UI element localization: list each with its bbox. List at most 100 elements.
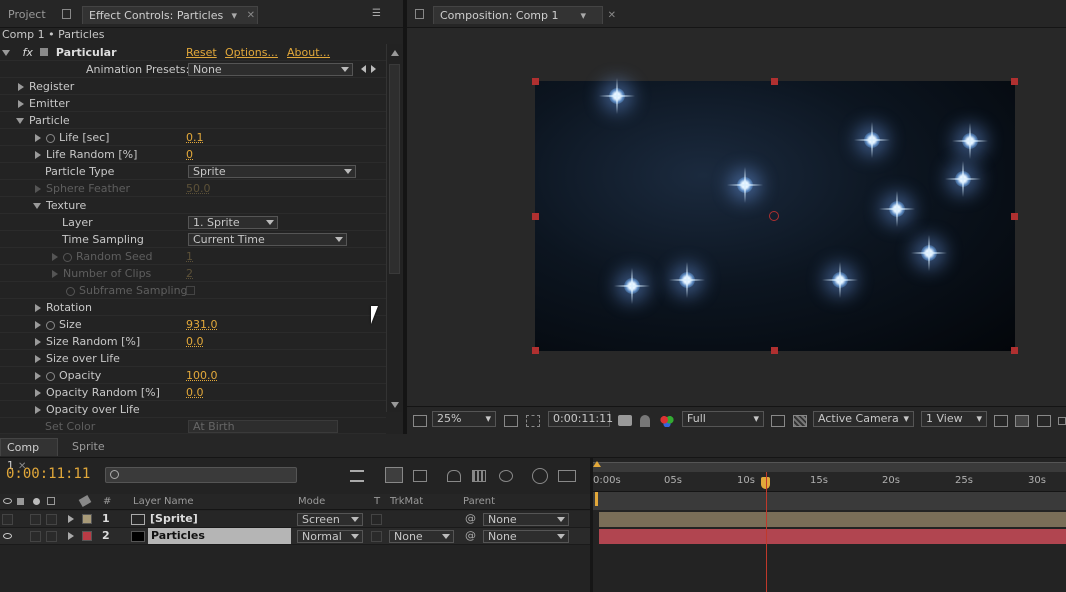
brainstorm-icon[interactable] [499, 470, 513, 482]
eye-icon[interactable] [3, 533, 12, 539]
layer-name[interactable]: Particles [151, 529, 205, 542]
transform-handle[interactable] [1011, 347, 1018, 354]
parent-dropdown[interactable]: None [483, 530, 569, 543]
lock-toggle[interactable] [46, 514, 57, 525]
label-tag-icon[interactable] [78, 495, 92, 507]
size-over-life-row[interactable]: Size over Life [0, 350, 386, 367]
effect-header-row[interactable]: fx Particular Reset Options... About... [0, 44, 386, 61]
mask-visibility-icon[interactable] [526, 415, 540, 427]
expand-icon[interactable] [68, 515, 74, 523]
stopwatch-icon[interactable] [46, 133, 55, 143]
transform-handle[interactable] [532, 213, 539, 220]
size-value[interactable]: 931.0 [186, 316, 218, 333]
solo-toggle[interactable] [30, 531, 41, 542]
opacity-over-life-row[interactable]: Opacity over Life [0, 401, 386, 418]
particle-row[interactable]: Particle [0, 112, 386, 129]
transform-handle[interactable] [532, 78, 539, 85]
composition-viewport[interactable] [407, 28, 1066, 406]
collapse-icon[interactable] [16, 118, 24, 124]
layer-search-input[interactable] [105, 467, 297, 483]
label-color-swatch[interactable] [82, 531, 92, 541]
show-snapshot-icon[interactable] [640, 415, 650, 427]
expand-icon[interactable] [35, 304, 41, 312]
comp-frame[interactable] [532, 78, 1018, 354]
tab-project[interactable]: Project [2, 6, 52, 24]
audio-icon[interactable] [17, 498, 24, 505]
resolution-dropdown[interactable]: Full ▾ [682, 411, 764, 427]
panel-menu-icon[interactable]: ☰ [372, 8, 381, 19]
blend-mode-dropdown[interactable]: Normal [297, 530, 363, 543]
close-icon[interactable]: ✕ [608, 7, 616, 25]
scrollbar-thumb[interactable] [389, 64, 400, 274]
life-random-value[interactable]: 0 [186, 146, 193, 163]
expand-icon[interactable] [35, 151, 41, 159]
lock-icon[interactable] [47, 497, 55, 505]
scroll-down-icon[interactable] [391, 402, 399, 408]
work-area-bar[interactable] [593, 492, 1066, 510]
always-preview-icon[interactable] [413, 415, 427, 427]
emitter-row[interactable]: Emitter [0, 95, 386, 112]
playhead-line[interactable] [766, 472, 767, 592]
view-layout-dropdown[interactable]: 1 View ▾ [921, 411, 987, 427]
camera-dropdown[interactable]: Active Camera ▾ [813, 411, 914, 427]
expand-icon[interactable] [35, 134, 41, 142]
lock-toggle[interactable] [46, 531, 57, 542]
expand-icon[interactable] [35, 321, 41, 329]
opacity-value[interactable]: 100.0 [186, 367, 218, 384]
work-area-start-icon[interactable] [593, 461, 601, 467]
transparency-grid-icon[interactable] [793, 415, 807, 427]
timeline-icon[interactable] [1037, 415, 1051, 427]
expand-icon[interactable] [35, 406, 41, 414]
expand-icon[interactable] [18, 100, 24, 108]
tab-effect-controls[interactable]: Effect Controls: Particles ▾ ✕ [82, 6, 258, 24]
snapshot-icon[interactable] [618, 415, 632, 426]
toggle-pixel-aspect-icon[interactable] [994, 415, 1008, 427]
layer-bar-sprite[interactable] [599, 512, 1066, 527]
expand-icon[interactable] [35, 338, 41, 346]
track-matte-dropdown[interactable]: None [389, 530, 454, 543]
expand-icon[interactable] [35, 372, 41, 380]
options-link[interactable]: Options... [225, 44, 278, 61]
stopwatch-icon[interactable] [46, 320, 55, 330]
solo-icon[interactable] [33, 498, 40, 505]
collapse-icon[interactable] [2, 50, 10, 56]
eye-icon[interactable] [3, 498, 12, 504]
particle-type-dropdown[interactable]: Sprite [188, 165, 356, 178]
reset-link[interactable]: Reset [186, 44, 217, 61]
chevron-down-icon[interactable]: ▾ [580, 7, 586, 25]
pickwhip-icon[interactable]: @ [465, 529, 476, 542]
draft-3d-icon[interactable] [385, 467, 403, 483]
preserve-transparency-toggle[interactable] [371, 531, 382, 542]
hide-shy-layers-icon[interactable] [413, 470, 427, 482]
register-row[interactable]: Register [0, 78, 386, 95]
layer-row[interactable]: 1 [Sprite] Screen @ None [0, 511, 592, 528]
color-channels-icon[interactable] [660, 415, 674, 427]
graph-editor-icon[interactable] [558, 470, 576, 482]
motion-blur-icon[interactable] [472, 470, 486, 482]
time-ruler[interactable]: 0:00s 05s 10s 15s 20s 25s 30s [593, 472, 1066, 492]
region-of-interest-icon[interactable] [771, 415, 785, 427]
visibility-toggle[interactable] [2, 514, 13, 525]
zoom-dropdown[interactable]: 25% ▾ [432, 411, 496, 427]
preset-next-icon[interactable] [371, 65, 376, 73]
solo-toggle[interactable] [30, 514, 41, 525]
expand-icon[interactable] [35, 355, 41, 363]
expand-icon[interactable] [68, 532, 74, 540]
transform-handle[interactable] [771, 347, 778, 354]
flowchart-icon[interactable] [1058, 417, 1066, 425]
layer-bar-particles[interactable] [599, 529, 1066, 544]
animation-presets-dropdown[interactable]: None [188, 63, 353, 76]
rotation-row[interactable]: Rotation [0, 299, 386, 316]
layer-name[interactable]: [Sprite] [150, 512, 198, 525]
layer-dropdown[interactable]: 1. Sprite [188, 216, 278, 229]
safe-zones-icon[interactable] [504, 415, 518, 427]
work-area-start-marker[interactable] [595, 492, 598, 506]
transform-handle[interactable] [1011, 213, 1018, 220]
column-layer-name-header[interactable]: Layer Name [133, 494, 194, 509]
pickwhip-icon[interactable]: @ [465, 512, 476, 525]
time-navigator[interactable] [593, 461, 1066, 472]
graph-editor-search-icon[interactable] [532, 468, 548, 484]
parent-dropdown[interactable]: None [483, 513, 569, 526]
about-link[interactable]: About... [287, 44, 330, 61]
effect-controls-scrollbar[interactable] [386, 44, 402, 412]
